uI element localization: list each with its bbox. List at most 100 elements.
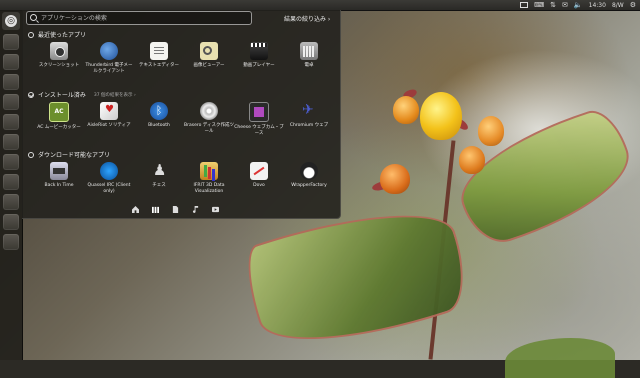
calculator-icon: [300, 42, 318, 60]
launcher-browser-icon[interactable]: [3, 54, 19, 70]
app-label: スクリーンショット: [38, 63, 80, 68]
app-label: テキストエディター: [138, 63, 180, 68]
app-tile[interactable]: Quassel IRC (Client only): [84, 160, 134, 204]
backup-icon: [50, 162, 68, 180]
battery-icon[interactable]: [520, 2, 529, 8]
section-header-downloadable: ダウンロード可能なアプリ: [28, 150, 110, 159]
clock-icon: [28, 31, 34, 38]
search-input[interactable]: [41, 12, 246, 24]
dash-panel: 結果の絞り込み › 最近使ったアプリ スクリーンショット Thunderbird…: [22, 10, 341, 219]
webcam-icon: [249, 102, 269, 122]
show-more-results-link[interactable]: 37 個の結果を表示 ›: [94, 92, 136, 98]
launcher-app-icon[interactable]: [3, 134, 19, 150]
app-tile[interactable]: Chromium ウェブ: [284, 100, 334, 144]
launcher-trash-icon[interactable]: [3, 234, 19, 250]
power-icon[interactable]: ⚙: [630, 0, 636, 10]
search-icon: [30, 14, 37, 21]
launcher-app-icon[interactable]: [3, 174, 19, 190]
app-tile[interactable]: チェス: [134, 160, 184, 204]
recent-apps-row: スクリーンショット Thunderbird 電子メールクライアント テキストエデ…: [34, 40, 334, 84]
keyboard-indicator-icon[interactable]: ⌨: [534, 0, 544, 10]
app-label: IFRIT 3D Data Visualization: [193, 183, 225, 194]
camera-icon: [50, 42, 68, 60]
quassel-icon: [100, 162, 118, 180]
wrapper-icon: [300, 162, 318, 180]
indicator-area: ⌨ ⇅ ✉ 🔈 14:30 8/W ⚙: [520, 0, 636, 10]
clock[interactable]: 14:30: [589, 2, 606, 9]
app-label: 動画プレイヤー: [243, 63, 275, 68]
app-tile[interactable]: Back In Time: [34, 160, 84, 204]
app-tile[interactable]: IFRIT 3D Data Visualization: [184, 160, 234, 204]
app-tile[interactable]: スクリーンショット: [34, 40, 84, 84]
filter-results-button[interactable]: 結果の絞り込み ›: [284, 14, 330, 23]
wallpaper-berry: [380, 164, 410, 194]
files-lens-icon[interactable]: [172, 206, 179, 213]
music-lens-icon[interactable]: [192, 206, 199, 213]
app-tile[interactable]: 動画プレイヤー: [234, 40, 284, 84]
video-lens-icon[interactable]: [212, 206, 219, 213]
app-label: AC ムービーカッター: [37, 125, 81, 130]
apps-lens-icon[interactable]: [152, 206, 159, 213]
wallpaper-leaf: [505, 338, 615, 378]
app-label: Cheese ウェブカム・ブース: [234, 125, 284, 136]
app-tile[interactable]: WrapperFactory: [284, 160, 334, 204]
check-icon: [28, 91, 34, 98]
section-header-recent: 最近使ったアプリ: [28, 30, 86, 39]
home-lens-icon[interactable]: [132, 206, 139, 213]
ubuntu-logo-icon: ◎: [5, 15, 17, 27]
app-label: Dovo: [253, 183, 265, 188]
app-label: AisleRiot ソリティア: [87, 123, 131, 128]
launcher-app-icon[interactable]: [3, 194, 19, 210]
network-icon[interactable]: ⇅: [550, 0, 556, 10]
app-tile[interactable]: 電卓: [284, 40, 334, 84]
volume-icon[interactable]: 🔈: [574, 0, 583, 10]
launcher-app-icon[interactable]: [3, 94, 19, 110]
section-title: 最近使ったアプリ: [38, 32, 87, 39]
image-viewer-icon: [200, 42, 218, 60]
app-label: Thunderbird 電子メールクライアント: [85, 63, 133, 74]
launcher-files-icon[interactable]: [3, 34, 19, 50]
launcher-app-icon[interactable]: [3, 114, 19, 130]
app-tile[interactable]: Bluetooth: [134, 100, 184, 144]
app-tile[interactable]: Thunderbird 電子メールクライアント: [84, 40, 134, 84]
launcher-workspaces-icon[interactable]: [3, 214, 19, 230]
mail-icon[interactable]: ✉: [562, 0, 568, 10]
wallpaper-berry: [393, 96, 419, 124]
launcher-app-icon[interactable]: [3, 74, 19, 90]
bluetooth-icon: [150, 102, 168, 120]
app-tile[interactable]: AC ムービーカッター: [34, 100, 84, 144]
wallpaper-berry: [478, 116, 504, 146]
app-label: Chromium ウェブ: [289, 123, 329, 128]
app-tile[interactable]: テキストエディター: [134, 40, 184, 84]
app-label: チェス: [152, 183, 166, 188]
app-tile[interactable]: Dovo: [234, 160, 284, 204]
wallpaper-leaf: [446, 103, 640, 252]
wallpaper-berry: [420, 92, 462, 140]
app-tile[interactable]: Brasero ディスク作成ツール: [184, 100, 234, 144]
launcher-app-icon[interactable]: [3, 154, 19, 170]
dash-home-button[interactable]: ◎: [2, 12, 20, 30]
app-tile[interactable]: Cheese ウェブカム・ブース: [234, 100, 284, 144]
app-tile[interactable]: AisleRiot ソリティア: [84, 100, 134, 144]
app-label: Brasero ディスク作成ツール: [184, 123, 234, 134]
download-icon: [28, 151, 34, 158]
jet-icon: [300, 102, 318, 120]
section-title: インストール済み: [38, 92, 86, 99]
app-label: Back In Time: [44, 183, 74, 188]
status-text[interactable]: 8/W: [612, 2, 624, 9]
chess-icon: [150, 161, 168, 180]
section-title: ダウンロード可能なアプリ: [38, 152, 111, 159]
launcher: ◎: [0, 10, 23, 360]
downloadable-apps-row: Back In Time Quassel IRC (Client only) チ…: [34, 160, 334, 204]
app-label: Quassel IRC (Client only): [87, 183, 131, 194]
cards-icon: [100, 102, 118, 120]
app-label: 電卓: [304, 63, 314, 68]
disc-icon: [200, 102, 218, 120]
video-clapper-icon: [250, 42, 268, 60]
app-label: 画像ビューアー: [193, 63, 225, 68]
app-tile[interactable]: 画像ビューアー: [184, 40, 234, 84]
text-editor-icon: [150, 42, 168, 60]
search-box[interactable]: [26, 11, 252, 25]
section-header-installed[interactable]: インストール済み 37 個の結果を表示 ›: [28, 90, 136, 99]
wallpaper-berry: [459, 146, 485, 174]
